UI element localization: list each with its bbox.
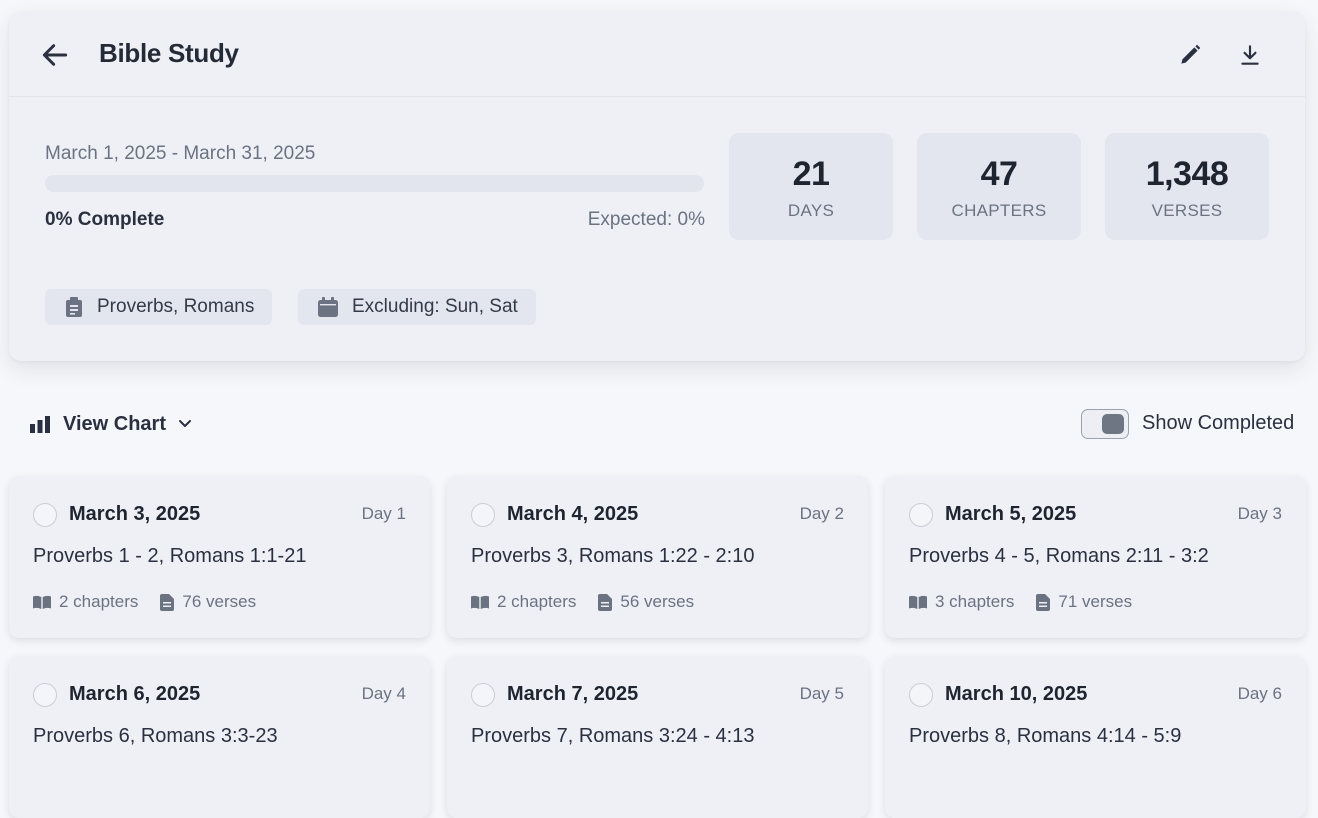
toggle-knob (1102, 414, 1124, 434)
stat-value: 21 (792, 155, 830, 193)
day-meta: 3 chapters 71 verses (909, 592, 1154, 612)
complete-checkbox[interactable] (471, 683, 495, 707)
day-meta: 2 chapters 76 verses (33, 592, 278, 612)
day-card-1[interactable]: March 3, 2025 Day 1 Proverbs 1 - 2, Roma… (9, 476, 430, 638)
edit-button[interactable] (1177, 42, 1203, 68)
day-date: March 6, 2025 (69, 683, 201, 705)
back-button[interactable] (39, 39, 71, 71)
day-number: Day 1 (361, 504, 406, 523)
download-button[interactable] (1237, 42, 1263, 68)
day-reading: Proverbs 8, Romans 4:14 - 5:9 (909, 725, 1182, 747)
stat-chapters: 47 CHAPTERS (917, 133, 1081, 240)
document-icon (160, 593, 175, 611)
verses-count: 71 verses (1036, 592, 1132, 612)
day-card-3[interactable]: March 5, 2025 Day 3 Proverbs 4 - 5, Roma… (885, 476, 1306, 638)
view-chart-toggle[interactable]: View Chart (30, 410, 192, 438)
stat-days: 21 DAYS (729, 133, 893, 240)
day-reading: Proverbs 4 - 5, Romans 2:11 - 3:2 (909, 545, 1209, 567)
day-date: March 10, 2025 (945, 683, 1088, 705)
plan-header-card: Bible Study March 1, 2025 - March 31, 20… (9, 12, 1305, 361)
excluding-chip-label: Excluding: Sun, Sat (352, 296, 518, 317)
day-meta: 2 chapters 56 verses (471, 592, 716, 612)
document-icon (1036, 593, 1051, 611)
view-chart-label: View Chart (63, 412, 166, 435)
stat-value: 1,348 (1145, 155, 1229, 193)
verses-label: 56 verses (620, 592, 695, 611)
day-date: March 3, 2025 (69, 503, 201, 525)
day-number: Day 4 (361, 684, 406, 703)
top-bar: Bible Study (9, 12, 1305, 97)
stat-label: DAYS (787, 201, 835, 220)
arrow-left-icon (42, 44, 68, 66)
calendar-icon (318, 297, 338, 317)
complete-checkbox[interactable] (33, 683, 57, 707)
stat-verses: 1,348 VERSES (1105, 133, 1269, 240)
day-reading: Proverbs 7, Romans 3:24 - 4:13 (471, 725, 755, 747)
verses-count: 76 verses (160, 592, 256, 612)
excluding-chip: Excluding: Sun, Sat (298, 289, 536, 325)
complete-checkbox[interactable] (909, 683, 933, 707)
bar-chart-icon (30, 415, 50, 433)
chapters-label: 3 chapters (935, 592, 1015, 611)
books-chip-label: Proverbs, Romans (97, 296, 255, 317)
open-book-icon (33, 595, 51, 609)
document-icon (598, 593, 613, 611)
day-reading: Proverbs 1 - 2, Romans 1:1-21 (33, 545, 307, 567)
day-date: March 7, 2025 (507, 683, 639, 705)
stat-label: VERSES (1151, 201, 1223, 220)
day-card-4[interactable]: March 6, 2025 Day 4 Proverbs 6, Romans 3… (9, 656, 430, 818)
chapters-count: 3 chapters (909, 592, 1014, 612)
stat-value: 47 (980, 155, 1018, 193)
chapters-label: 2 chapters (497, 592, 577, 611)
open-book-icon (471, 595, 489, 609)
stat-label: CHAPTERS (951, 201, 1047, 220)
chapters-count: 2 chapters (471, 592, 576, 612)
books-chip: Proverbs, Romans (45, 289, 273, 325)
chevron-down-icon (179, 420, 191, 427)
download-icon (1241, 45, 1259, 65)
day-reading: Proverbs 6, Romans 3:3-23 (33, 725, 278, 747)
verses-label: 71 verses (1058, 592, 1133, 611)
chapters-count: 2 chapters (33, 592, 138, 612)
verses-count: 56 verses (598, 592, 694, 612)
complete-checkbox[interactable] (471, 503, 495, 527)
day-card-5[interactable]: March 7, 2025 Day 5 Proverbs 7, Romans 3… (447, 656, 868, 818)
page-title: Bible Study (99, 38, 239, 68)
expected-label: Expected: 0% (587, 209, 705, 230)
verses-label: 76 verses (182, 592, 257, 611)
pencil-icon (1181, 44, 1201, 64)
day-number: Day 6 (1237, 684, 1282, 703)
date-range: March 1, 2025 - March 31, 2025 (45, 143, 316, 164)
progress-bar (45, 175, 704, 192)
day-number: Day 5 (799, 684, 844, 703)
show-completed-toggle[interactable] (1081, 409, 1129, 439)
day-reading: Proverbs 3, Romans 1:22 - 2:10 (471, 545, 755, 567)
day-date: March 4, 2025 (507, 503, 639, 525)
day-card-6[interactable]: March 10, 2025 Day 6 Proverbs 8, Romans … (885, 656, 1306, 818)
complete-label: 0% Complete (45, 209, 165, 230)
complete-checkbox[interactable] (909, 503, 933, 527)
day-card-2[interactable]: March 4, 2025 Day 2 Proverbs 3, Romans 1… (447, 476, 868, 638)
day-number: Day 2 (799, 504, 844, 523)
clipboard-list-icon (66, 297, 82, 317)
day-number: Day 3 (1237, 504, 1282, 523)
chapters-label: 2 chapters (59, 592, 139, 611)
show-completed-label: Show Completed (1142, 412, 1295, 434)
complete-checkbox[interactable] (33, 503, 57, 527)
day-date: March 5, 2025 (945, 503, 1077, 525)
open-book-icon (909, 595, 927, 609)
